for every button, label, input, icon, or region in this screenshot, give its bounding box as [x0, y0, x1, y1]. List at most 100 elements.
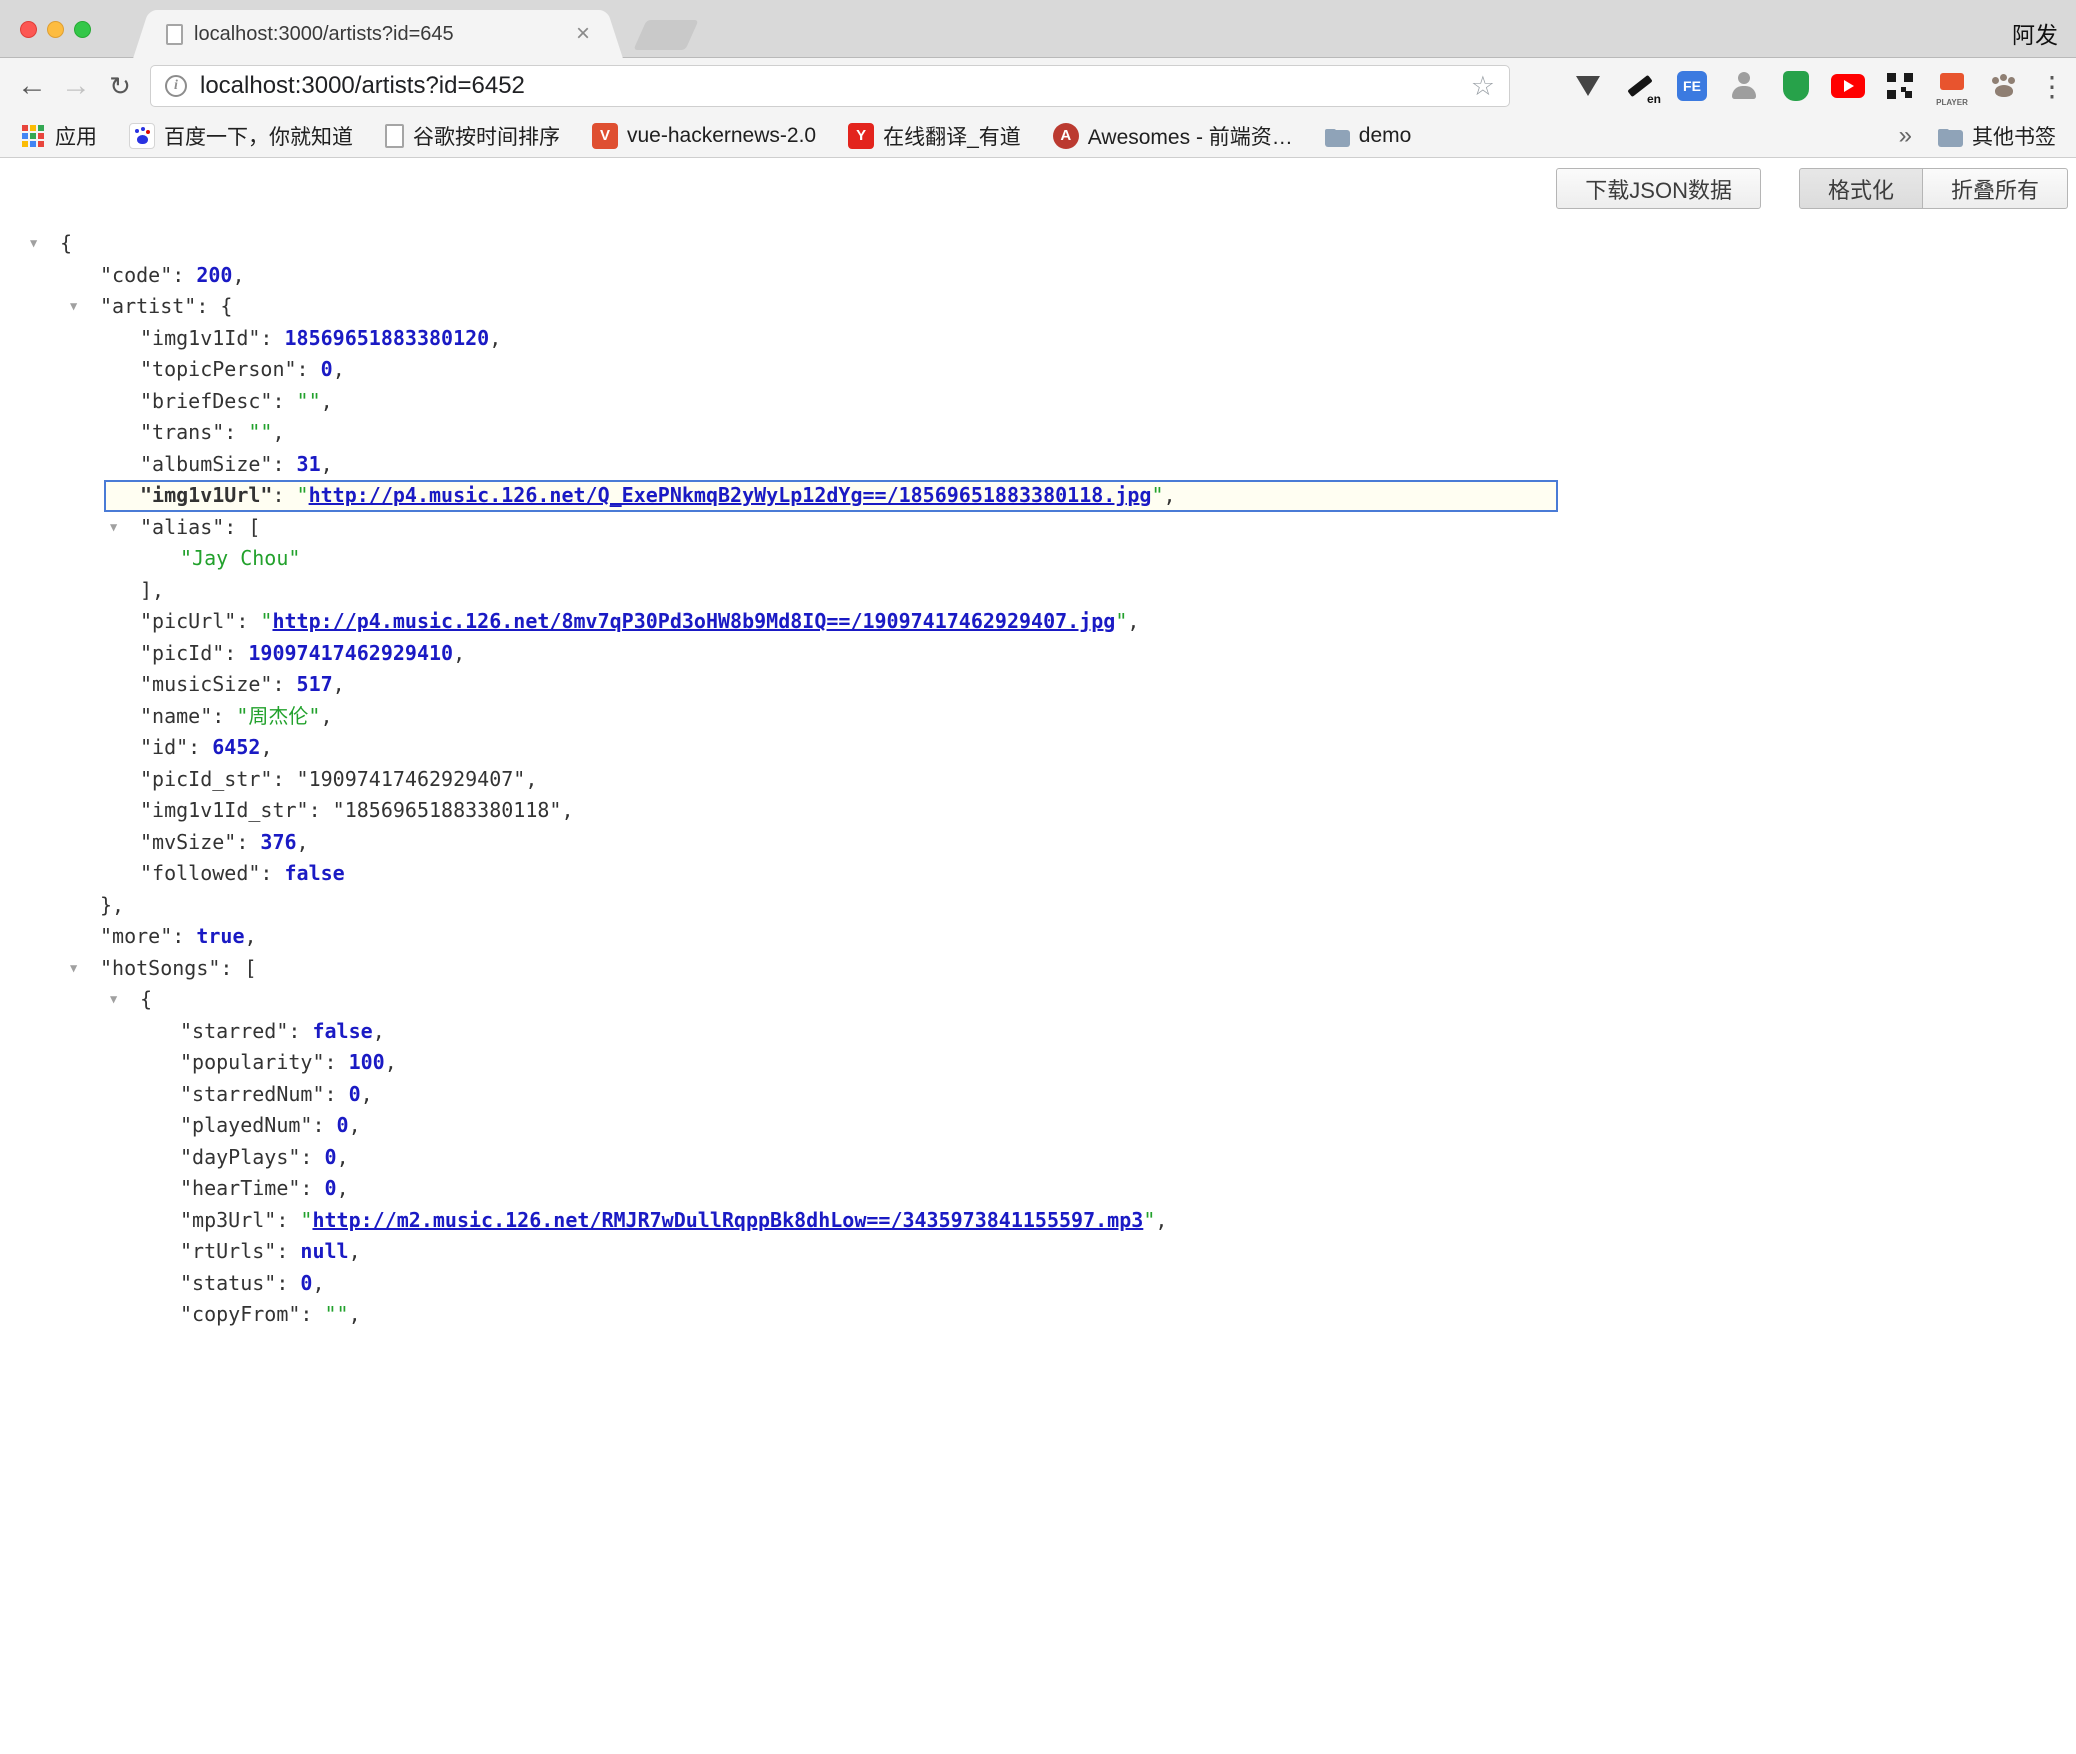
json-token-key: "picId" [140, 641, 224, 665]
json-line: "briefDesc": "", [0, 386, 2076, 418]
json-viewer: ▼{"code": 200,▼"artist": {"img1v1Id": 18… [0, 228, 2076, 1331]
json-line: ▼"hotSongs": [ [0, 953, 2076, 985]
json-line: "copyFrom": "", [0, 1299, 2076, 1331]
json-line: "playedNum": 0, [0, 1110, 2076, 1142]
format-button[interactable]: 格式化 [1799, 168, 1923, 209]
json-url-link[interactable]: http://p4.music.126.net/Q_ExePNkmqB2yWyL… [309, 483, 1152, 507]
qr-code-icon[interactable] [1874, 63, 1926, 109]
json-token-key: "albumSize" [140, 452, 272, 476]
tab-close-icon[interactable] [576, 22, 590, 46]
v-badge-icon: V [592, 123, 618, 149]
json-line: "name": "周杰伦", [0, 701, 2076, 733]
expander-triangle-icon[interactable]: ▼ [70, 953, 77, 985]
other-bookmarks-folder[interactable]: 其他书签 [1938, 121, 2056, 151]
json-token-num: 0 [349, 1082, 361, 1106]
json-line: "dayPlays": 0, [0, 1142, 2076, 1174]
json-line: "starred": false, [0, 1016, 2076, 1048]
json-token-p: : [288, 1019, 312, 1043]
folder-icon [1325, 130, 1350, 147]
minimize-window-button[interactable] [47, 21, 64, 38]
json-token-plain: "19097417462929407" [297, 767, 526, 791]
expander-triangle-icon[interactable]: ▼ [70, 291, 77, 323]
json-token-key: "img1v1Id" [140, 326, 260, 350]
expander-triangle-icon[interactable]: ▼ [110, 984, 117, 1016]
json-token-p: : [309, 798, 333, 822]
json-line: "picId": 19097417462929410, [0, 638, 2076, 670]
json-token-num: 0 [325, 1176, 337, 1200]
json-line: "id": 6452, [0, 732, 2076, 764]
vimium-icon[interactable] [1562, 63, 1614, 109]
profile-silhouette-icon[interactable] [1718, 63, 1770, 109]
bookmark-label: 谷歌按时间排序 [413, 121, 560, 151]
url-text[interactable]: localhost:3000/artists?id=6452 [200, 72, 1471, 100]
json-token-p: : [224, 420, 248, 444]
youtube-icon[interactable] [1822, 63, 1874, 109]
expander-triangle-icon[interactable]: ▼ [30, 228, 37, 260]
json-line: "img1v1Id_str": "18569651883380118", [0, 795, 2076, 827]
collapse-all-button[interactable]: 折叠所有 [1922, 168, 2068, 209]
json-line: "more": true, [0, 921, 2076, 953]
json-token-key: "starred" [180, 1019, 288, 1043]
profile-name[interactable]: 阿发 [2012, 16, 2058, 50]
json-token-strq: " [1143, 1208, 1155, 1232]
json-lines: ▼{"code": 200,▼"artist": {"img1v1Id": 18… [0, 228, 2076, 1331]
json-line: "starredNum": 0, [0, 1079, 2076, 1111]
other-bookmarks-label: 其他书签 [1972, 121, 2056, 151]
bookmark-youdao-translate[interactable]: Y在线翻译_有道 [848, 121, 1021, 151]
json-token-kw: true [196, 924, 244, 948]
bookmark-awesomes[interactable]: AAwesomes - 前端资… [1053, 121, 1293, 151]
bookmark-baidu[interactable]: 百度一下，你就知道 [129, 121, 353, 151]
download-json-button[interactable]: 下载JSON数据 [1556, 168, 1761, 209]
json-line: ▼"artist": { [0, 291, 2076, 323]
json-token-p: , [349, 1113, 361, 1137]
zoom-window-button[interactable] [74, 21, 91, 38]
json-line: "status": 0, [0, 1268, 2076, 1300]
browser-window: localhost:3000/artists?id=645 阿发 localho… [0, 0, 2076, 1753]
back-button[interactable] [12, 66, 52, 106]
json-token-p: : { [196, 294, 232, 318]
json-token-key: "hearTime" [180, 1176, 300, 1200]
player-extension-icon [1940, 73, 1964, 90]
fe-extension-icon-label: FE [1683, 78, 1701, 94]
bookmark-google-time-sort[interactable]: 谷歌按时间排序 [385, 121, 560, 151]
folder-icon [1938, 130, 1963, 147]
tab-favicon-page-icon [166, 24, 183, 45]
json-token-str: "" [248, 420, 272, 444]
paw-icon[interactable] [1978, 63, 2030, 109]
json-token-p: : [ [224, 515, 260, 539]
reload-button[interactable] [100, 66, 140, 106]
address-bar[interactable]: localhost:3000/artists?id=6452 [150, 65, 1510, 107]
bookmark-vue-hackernews[interactable]: Vvue-hackernews-2.0 [592, 123, 816, 149]
json-viewer-controls: 下载JSON数据 格式化 折叠所有 [1556, 168, 2068, 209]
close-window-button[interactable] [20, 21, 37, 38]
bookmarks-overflow-chevron-icon[interactable]: » [1899, 122, 1912, 150]
expander-triangle-icon[interactable]: ▼ [110, 512, 117, 544]
json-token-p: : [ [220, 956, 256, 980]
json-token-key: "rtUrls" [180, 1239, 276, 1263]
json-token-p: : [325, 1050, 349, 1074]
player-extension-icon[interactable]: PLAYER [1926, 63, 1978, 109]
forward-button[interactable] [56, 66, 96, 106]
browser-menu-button[interactable] [2034, 66, 2070, 106]
fe-extension-icon[interactable]: FE [1666, 63, 1718, 109]
json-token-p: : [276, 1271, 300, 1295]
json-token-key: "trans" [140, 420, 224, 444]
green-shield-icon[interactable] [1770, 63, 1822, 109]
translate-pen-icon[interactable]: en [1614, 63, 1666, 109]
json-token-p: : [188, 735, 212, 759]
bookmark-apps[interactable]: 应用 [20, 121, 97, 151]
json-token-key: "mvSize" [140, 830, 236, 854]
bookmark-demo[interactable]: demo [1325, 124, 1412, 148]
json-token-num: 100 [349, 1050, 385, 1074]
json-token-p: , [373, 1019, 385, 1043]
page-info-icon[interactable] [165, 75, 187, 97]
bookmark-star-icon[interactable] [1471, 73, 1495, 100]
json-line: "topicPerson": 0, [0, 354, 2076, 386]
json-line: "img1v1Id": 18569651883380120, [0, 323, 2076, 355]
active-tab[interactable]: localhost:3000/artists?id=645 [152, 10, 604, 58]
json-url-link[interactable]: http://p4.music.126.net/8mv7qP30Pd3oHW8b… [272, 609, 1115, 633]
extension-icons: en FE PLAYER [1562, 63, 2030, 109]
new-tab-button[interactable] [633, 20, 698, 50]
json-line: "hearTime": 0, [0, 1173, 2076, 1205]
json-url-link[interactable]: http://m2.music.126.net/RMJR7wDullRqppBk… [312, 1208, 1143, 1232]
